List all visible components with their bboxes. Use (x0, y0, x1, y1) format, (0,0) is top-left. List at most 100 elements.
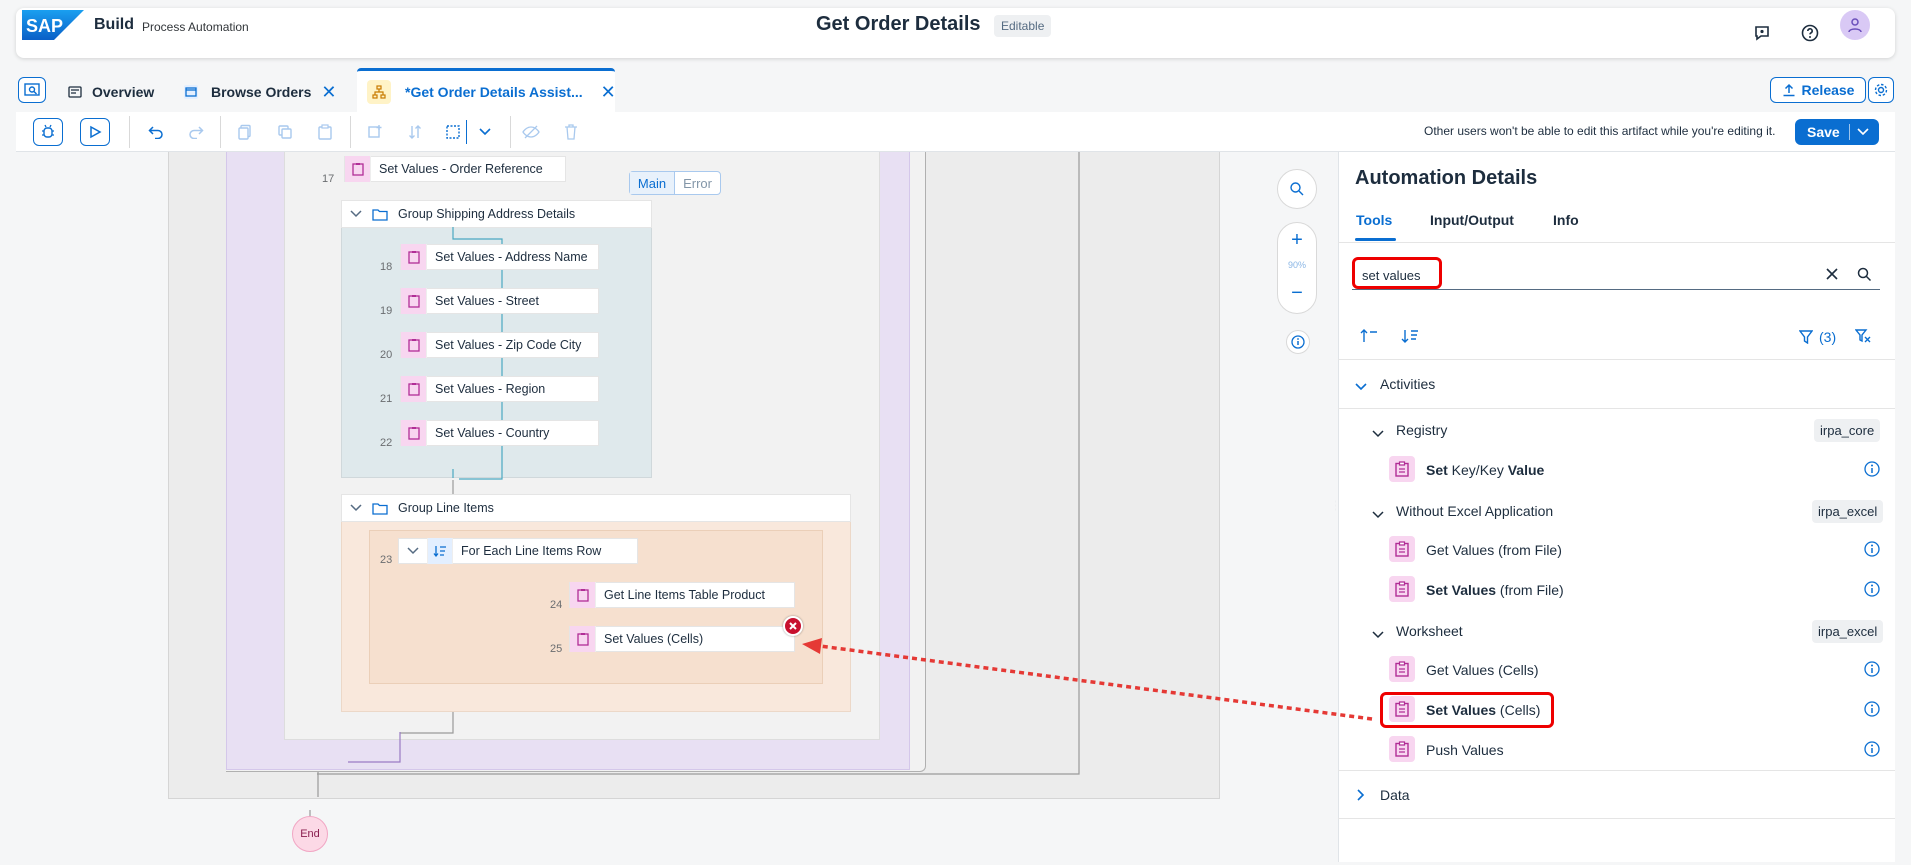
error-icon[interactable] (783, 616, 803, 636)
zoom-level[interactable]: 90% (1282, 260, 1312, 270)
sort-descending-icon[interactable] (1401, 329, 1419, 348)
close-icon[interactable]: ✕ (601, 82, 616, 103)
add-group-icon (368, 125, 382, 138)
sap-logo[interactable]: SAP (22, 10, 84, 40)
redo-button[interactable] (181, 118, 211, 146)
tab-tools[interactable]: Tools (1356, 212, 1392, 228)
activity-node[interactable]: Get Line Items Table Product (569, 582, 795, 608)
overview-icon (68, 85, 82, 99)
group-registry[interactable]: Registry (1396, 422, 1447, 438)
section-data[interactable]: Data (1380, 787, 1410, 803)
sort-button[interactable] (400, 118, 430, 146)
end-node[interactable]: End (292, 816, 328, 852)
info-button[interactable] (1286, 330, 1310, 354)
search-icon[interactable] (1855, 265, 1873, 283)
info-icon[interactable] (1863, 660, 1881, 678)
group-without-excel[interactable]: Without Excel Application (1396, 503, 1553, 519)
chevron-down-icon[interactable] (1372, 425, 1384, 443)
paste-button[interactable] (310, 118, 340, 146)
chevron-down-icon[interactable] (1355, 378, 1367, 396)
group-header-line-items[interactable]: Group Line Items (341, 494, 851, 522)
activity-text: Get Values (from File) (1426, 542, 1562, 558)
close-icon[interactable]: ✕ (321, 82, 336, 103)
undo-button[interactable] (141, 118, 171, 146)
button-separator (1849, 124, 1850, 140)
debug-button[interactable] (33, 118, 63, 146)
workflow-canvas[interactable]: Main Error 17 Set Values - Order Referen… (16, 152, 1336, 862)
clipboard-icon (401, 420, 427, 446)
help-icon[interactable] (1794, 17, 1826, 49)
disable-button[interactable] (516, 118, 546, 146)
clipboard-icon (570, 582, 596, 608)
tab-input-output[interactable]: Input/Output (1430, 212, 1514, 228)
copy-button[interactable] (230, 118, 260, 146)
tab-label: Browse Orders (211, 84, 312, 100)
panel-title: Automation Details (1355, 167, 1538, 189)
feedback-icon[interactable] (1746, 17, 1778, 49)
clear-filter-icon[interactable] (1854, 329, 1871, 348)
search-artifact-button[interactable] (18, 77, 46, 103)
activity-get-values-cells[interactable]: Get Values (Cells) (1426, 662, 1539, 678)
package-badge: irpa_excel (1812, 620, 1884, 643)
group-worksheet[interactable]: Worksheet (1396, 623, 1463, 639)
tab-automation[interactable]: *Get Order Details Assist... ✕ (367, 77, 616, 107)
info-icon[interactable] (1863, 460, 1881, 478)
add-group-button[interactable] (360, 118, 390, 146)
tab-browse-orders[interactable]: Browse Orders ✕ (183, 77, 336, 107)
activity-label: Set Values (Cells) (604, 632, 704, 646)
package-badge: irpa_core (1814, 419, 1881, 442)
duplicate-button[interactable] (270, 118, 300, 146)
activity-set-values-file[interactable]: Set Values (from File) (1426, 582, 1564, 598)
activity-get-values-file[interactable]: Get Values (from File) (1426, 542, 1562, 558)
copy-icon (238, 124, 251, 140)
chevron-right-icon[interactable] (1357, 788, 1365, 806)
activity-push-values[interactable]: Push Values (1426, 742, 1504, 758)
save-button[interactable]: Save (1795, 119, 1879, 145)
filter-button[interactable]: (3) (1799, 329, 1836, 345)
filter-icon (1799, 330, 1813, 344)
play-icon (90, 125, 102, 139)
tab-info[interactable]: Info (1553, 212, 1579, 228)
activity-node[interactable]: Set Values - Country (400, 420, 599, 446)
delete-button[interactable] (556, 118, 586, 146)
clear-icon[interactable] (1823, 265, 1841, 283)
activity-text: Get Values (Cells) (1426, 662, 1539, 678)
sort-ascending-icon[interactable] (1360, 329, 1378, 348)
tab-overview[interactable]: Overview (68, 77, 154, 107)
chevron-down-icon[interactable] (1372, 506, 1384, 524)
activity-node[interactable]: Set Values - Zip Code City (400, 332, 599, 358)
loop-node[interactable]: For Each Line Items Row (398, 538, 638, 564)
release-button[interactable]: Release (1770, 77, 1866, 103)
activity-node[interactable]: Set Values (Cells) (569, 626, 795, 652)
avatar[interactable] (1840, 10, 1870, 40)
chevron-down-icon[interactable] (1857, 128, 1869, 136)
clipboard-icon (1389, 656, 1415, 682)
activity-label: Get Line Items Table Product (604, 588, 765, 602)
application-icon (183, 84, 199, 100)
zoom-in-button[interactable]: + (1287, 229, 1307, 251)
brand-name: Build (94, 16, 134, 33)
run-button[interactable] (80, 118, 110, 146)
section-activities[interactable]: Activities (1380, 376, 1435, 392)
settings-button[interactable] (1868, 77, 1894, 103)
info-icon[interactable] (1863, 740, 1881, 758)
activity-node[interactable]: Set Values - Address Name (400, 244, 599, 270)
zoom-out-button[interactable]: − (1287, 282, 1307, 304)
chevron-down-icon[interactable] (1372, 626, 1384, 644)
activity-set-key-value[interactable]: Set Key/Key Value (1426, 462, 1544, 478)
select-button[interactable] (438, 118, 468, 146)
activity-node[interactable]: Set Values - Region (400, 376, 599, 402)
save-label: Save (1807, 124, 1840, 140)
info-icon[interactable] (1863, 700, 1881, 718)
hide-icon (522, 125, 540, 139)
search-highlight (1352, 257, 1442, 289)
upload-icon (1783, 83, 1795, 97)
clipboard-icon (401, 376, 427, 402)
activity-node[interactable]: Set Values - Street (400, 288, 599, 314)
canvas-search-button[interactable] (1277, 169, 1317, 209)
select-dropdown-button[interactable] (470, 118, 500, 146)
info-icon[interactable] (1863, 580, 1881, 598)
resize-handle[interactable]: ··· (1335, 494, 1336, 516)
info-icon[interactable] (1863, 540, 1881, 558)
clipboard-icon (1389, 736, 1415, 762)
